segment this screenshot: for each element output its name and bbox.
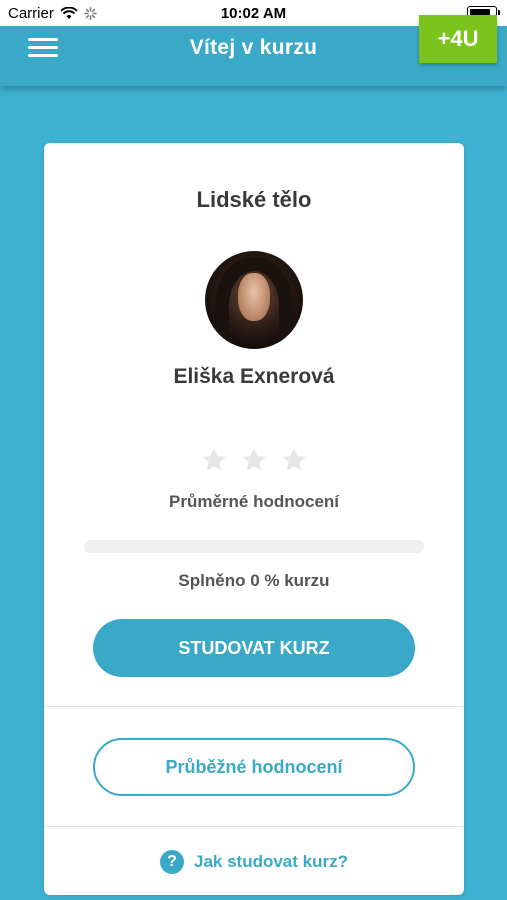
star-icon bbox=[282, 448, 306, 471]
progress-label: Splněno 0 % kurzu bbox=[178, 571, 330, 590]
evaluation-button[interactable]: Průběžné hodnocení bbox=[93, 738, 415, 796]
divider bbox=[44, 826, 464, 827]
rating-label: Průměrné hodnocení bbox=[168, 492, 340, 511]
avatar-face bbox=[238, 273, 270, 321]
how-to-study-link[interactable]: ? Jak studovat kurz? bbox=[44, 850, 464, 874]
study-course-button[interactable]: STUDOVAT KURZ bbox=[93, 619, 415, 677]
divider bbox=[44, 706, 464, 707]
rating-stars bbox=[44, 446, 464, 474]
progress-bar bbox=[84, 540, 424, 553]
course-card: Lidské tělo Eliška Exnerová Průměrné hod… bbox=[44, 143, 464, 895]
question-icon: ? bbox=[160, 850, 184, 874]
teacher-name: Eliška Exnerová bbox=[173, 365, 335, 388]
teacher-avatar bbox=[205, 251, 303, 349]
app-logo[interactable]: +4U bbox=[419, 15, 497, 63]
logo-text: +4U bbox=[437, 26, 479, 51]
star-icon bbox=[242, 448, 266, 471]
star-icon bbox=[202, 448, 226, 471]
help-link-label: Jak studovat kurz? bbox=[194, 852, 348, 871]
course-title: Lidské tělo bbox=[196, 187, 312, 212]
